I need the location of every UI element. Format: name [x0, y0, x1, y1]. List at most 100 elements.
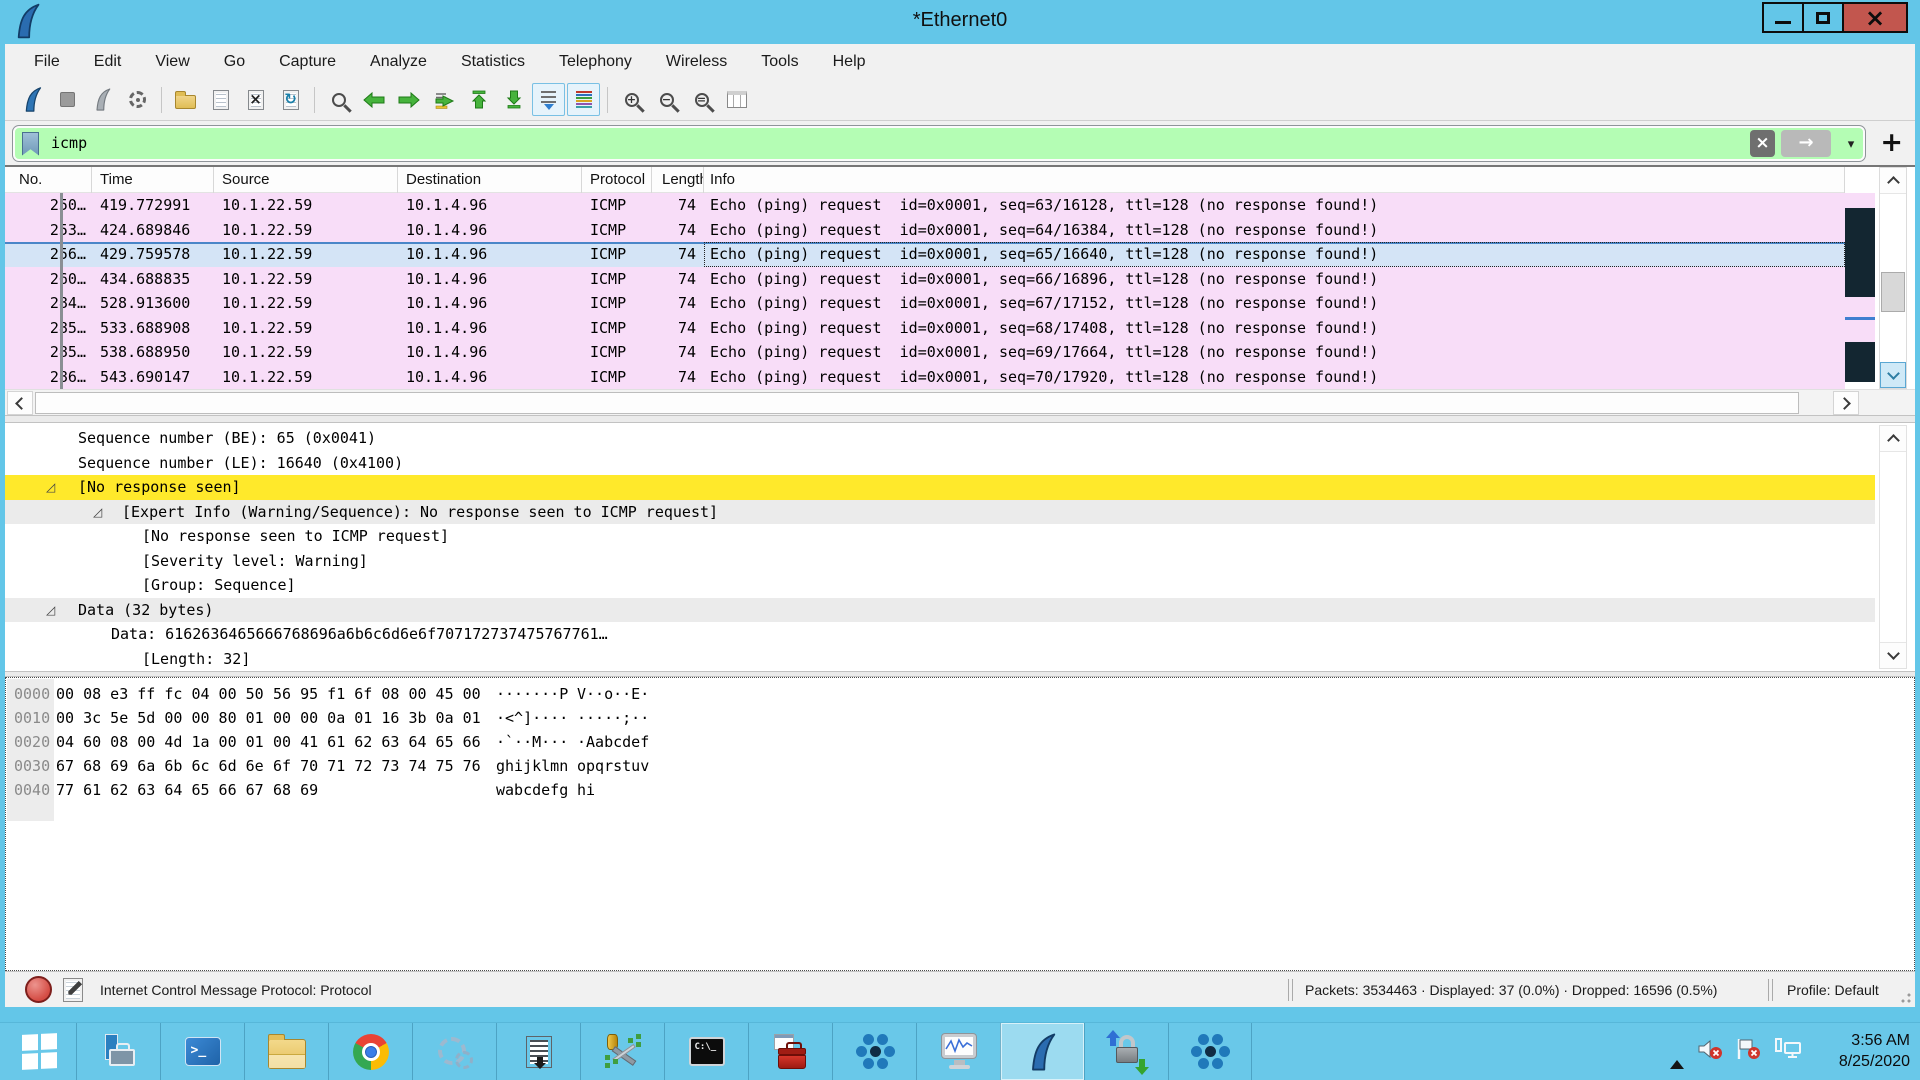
close-file-button[interactable]: × — [239, 83, 272, 116]
packet-row[interactable]: 256…429.75957810.1.22.5910.1.4.96ICMP74E… — [5, 242, 1845, 267]
status-profile[interactable]: Profile: Default — [1787, 972, 1879, 1008]
taskbar-toolbox[interactable] — [748, 1023, 832, 1080]
column-header-info[interactable]: Info — [704, 167, 1845, 193]
scroll-right-button[interactable] — [1833, 391, 1859, 415]
details-scroll-down-button[interactable] — [1880, 642, 1906, 668]
menu-go[interactable]: Go — [207, 44, 262, 79]
scroll-left-button[interactable] — [7, 391, 33, 415]
taskbar-wireshark[interactable] — [1000, 1023, 1084, 1080]
hex-row[interactable]: 001000 3c 5e 5d 00 00 80 0100 00 0a 01 1… — [6, 706, 1874, 730]
detail-line[interactable]: [Length: 32] — [5, 647, 1875, 672]
taskbar-installer-doc[interactable] — [496, 1023, 580, 1080]
display-filter-field[interactable]: icmp × → ▾ — [13, 126, 1865, 161]
zoom-in-button[interactable]: + — [615, 83, 648, 116]
volume-muted-icon[interactable] — [1697, 1038, 1723, 1065]
auto-scroll-button[interactable] — [532, 83, 565, 116]
reload-file-button[interactable]: ↻ — [274, 83, 307, 116]
go-first-button[interactable] — [462, 83, 495, 116]
start-button[interactable] — [10, 1023, 68, 1080]
details-scrollbar[interactable] — [1879, 425, 1907, 669]
menu-help[interactable]: Help — [816, 44, 883, 79]
filter-clear-button[interactable]: × — [1750, 130, 1775, 157]
network-status-icon[interactable] — [1774, 1038, 1802, 1065]
filter-dropdown-button[interactable]: ▾ — [1839, 130, 1863, 157]
menu-tools[interactable]: Tools — [744, 44, 815, 79]
expander-icon[interactable]: ◿ — [46, 598, 55, 623]
packet-row[interactable]: 285…533.68890810.1.22.5910.1.4.96ICMP74E… — [5, 316, 1845, 341]
hex-row[interactable]: 004077 61 62 63 64 65 66 6768 69wabcdefg… — [6, 778, 1874, 802]
resize-grip-icon[interactable] — [1901, 993, 1911, 1003]
scroll-up-button[interactable] — [1880, 168, 1906, 194]
capture-options-button[interactable] — [121, 83, 154, 116]
capture-comment-icon[interactable] — [63, 978, 83, 1002]
taskbar-admin-tools[interactable] — [580, 1023, 664, 1080]
taskbar-chrome[interactable] — [328, 1023, 412, 1080]
packet-list-horizontal-scrollbar[interactable] — [5, 389, 1915, 415]
restart-capture-button[interactable] — [86, 83, 119, 116]
details-scroll-up-button[interactable] — [1880, 426, 1906, 452]
detail-line[interactable]: Data: 6162636465666768696a6b6c6d6e6f7071… — [5, 622, 1875, 647]
detail-line[interactable]: ◿[No response seen] — [5, 475, 1875, 500]
packet-row[interactable]: 250…419.77299110.1.22.5910.1.4.96ICMP74E… — [5, 193, 1845, 218]
save-file-button[interactable] — [204, 83, 237, 116]
go-to-packet-button[interactable] — [427, 83, 460, 116]
menu-capture[interactable]: Capture — [262, 44, 353, 79]
hex-row[interactable]: 003067 68 69 6a 6b 6c 6d 6e6f 70 71 72 7… — [6, 754, 1874, 778]
filter-input[interactable]: icmp — [51, 128, 1750, 159]
column-header-destination[interactable]: Destination — [398, 167, 582, 193]
hidden-icons-icon[interactable] — [1670, 1043, 1684, 1061]
scrollbar-thumb[interactable] — [1881, 272, 1905, 312]
column-header-time[interactable]: Time — [92, 167, 214, 193]
taskbar-command-prompt[interactable]: C:\_ — [664, 1023, 748, 1080]
filter-apply-button[interactable]: → — [1781, 130, 1831, 157]
zoom-out-button[interactable]: − — [650, 83, 683, 116]
packet-row[interactable]: 285…538.68895010.1.22.5910.1.4.96ICMP74E… — [5, 340, 1845, 365]
close-button[interactable]: × — [1842, 2, 1908, 33]
hex-row[interactable]: 002004 60 08 00 4d 1a 00 0100 41 61 62 6… — [6, 730, 1874, 754]
find-packet-button[interactable] — [322, 83, 355, 116]
taskbar-powershell[interactable]: >_ — [160, 1023, 244, 1080]
minimize-button[interactable] — [1762, 2, 1804, 33]
taskbar-app-dots[interactable] — [832, 1023, 916, 1080]
maximize-button[interactable] — [1802, 2, 1844, 33]
taskbar-app-dots-2[interactable] — [1168, 1023, 1252, 1080]
column-header-no[interactable]: No. — [5, 167, 92, 193]
taskbar-secure-transfer[interactable] — [1084, 1023, 1168, 1080]
taskbar-file-explorer[interactable] — [244, 1023, 328, 1080]
packet-row[interactable]: 260…434.68883510.1.22.5910.1.4.96ICMP74E… — [5, 267, 1845, 292]
hex-row[interactable]: 000000 08 e3 ff fc 04 00 5056 95 f1 6f 0… — [6, 682, 1874, 706]
stop-capture-button[interactable] — [51, 83, 84, 116]
detail-line[interactable]: ◿[Expert Info (Warning/Sequence): No res… — [5, 500, 1875, 525]
detail-line[interactable]: [Severity level: Warning] — [5, 549, 1875, 574]
scroll-down-button[interactable] — [1880, 362, 1906, 388]
expander-icon[interactable]: ◿ — [46, 475, 55, 500]
go-forward-button[interactable] — [392, 83, 425, 116]
menu-statistics[interactable]: Statistics — [444, 44, 542, 79]
column-header-protocol[interactable]: Protocol — [582, 167, 652, 193]
window-titlebar[interactable]: *Ethernet0 × — [0, 0, 1920, 44]
resize-columns-button[interactable] — [720, 83, 753, 116]
pane-splitter[interactable] — [5, 415, 1915, 423]
action-center-flag-icon[interactable] — [1736, 1038, 1761, 1065]
menu-edit[interactable]: Edit — [77, 44, 139, 79]
colorize-button[interactable] — [567, 83, 600, 116]
menu-wireless[interactable]: Wireless — [649, 44, 744, 79]
packet-row[interactable]: 284…528.91360010.1.22.5910.1.4.96ICMP74E… — [5, 291, 1845, 316]
expander-icon[interactable]: ◿ — [93, 500, 102, 525]
taskbar-server-manager[interactable] — [76, 1023, 160, 1080]
go-back-button[interactable] — [357, 83, 390, 116]
column-header-length[interactable]: Length — [652, 167, 704, 193]
taskbar-performance-monitor[interactable] — [916, 1023, 1000, 1080]
packet-row[interactable]: 253…424.68984610.1.22.5910.1.4.96ICMP74E… — [5, 218, 1845, 243]
filter-bookmark-icon[interactable] — [22, 132, 39, 156]
detail-line[interactable]: Sequence number (LE): 16640 (0x4100) — [5, 451, 1875, 476]
go-last-button[interactable] — [497, 83, 530, 116]
detail-line[interactable]: ◿Data (32 bytes) — [5, 598, 1875, 623]
menu-analyze[interactable]: Analyze — [353, 44, 444, 79]
menu-view[interactable]: View — [138, 44, 206, 79]
horizontal-scrollbar-thumb[interactable] — [35, 392, 1799, 414]
taskbar-settings[interactable] — [412, 1023, 496, 1080]
start-capture-button[interactable] — [16, 83, 49, 116]
zoom-original-button[interactable]: = — [685, 83, 718, 116]
packet-list-scrollbar[interactable] — [1879, 167, 1907, 389]
